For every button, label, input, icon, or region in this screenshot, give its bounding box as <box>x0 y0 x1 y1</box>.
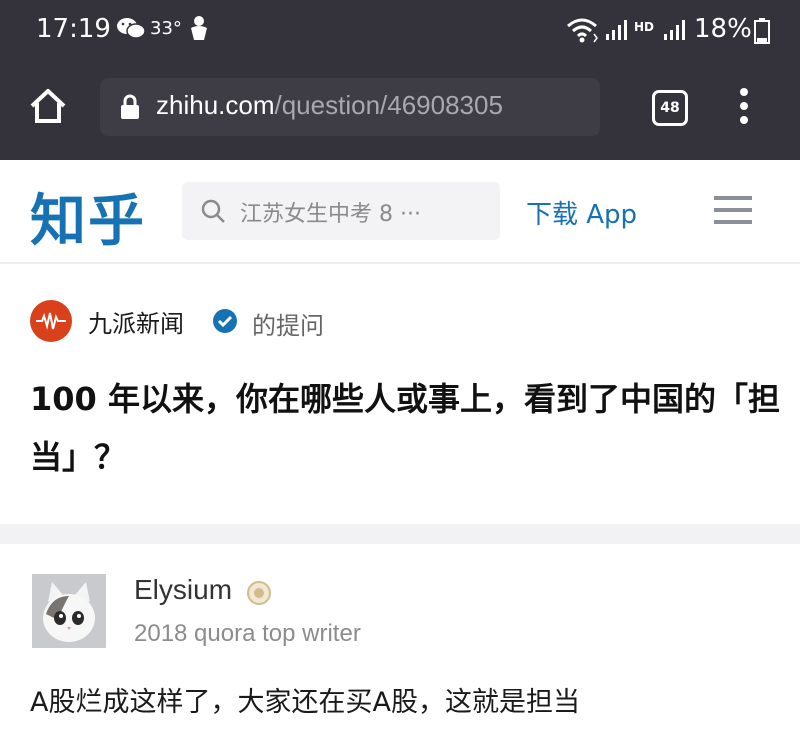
url-domain: zhihu.com <box>156 90 275 120</box>
section-divider <box>0 524 800 544</box>
search-placeholder: 江苏女生中考 8 ··· <box>240 202 421 227</box>
url-bar[interactable]: zhihu.com/question/46908305 <box>100 78 600 136</box>
browser-toolbar: zhihu.com/question/46908305 48 <box>0 60 800 160</box>
search-icon <box>201 199 225 223</box>
weather-icon <box>191 16 207 40</box>
author-description: 2018 quora top writer <box>134 620 361 647</box>
battery-percent: 18% <box>694 14 752 44</box>
status-time: 17:19 <box>36 14 111 44</box>
url-text: zhihu.com/question/46908305 <box>156 90 503 121</box>
zhihu-logo[interactable]: 知乎 <box>30 176 146 257</box>
home-icon[interactable] <box>28 86 68 126</box>
network-label: HD <box>634 20 655 34</box>
signal-icon <box>664 20 685 40</box>
answer-card: Elysium 2018 quora top writer A股烂成这样了，大家… <box>0 544 800 753</box>
soundwave-icon <box>36 312 66 330</box>
status-bar: 17:19 33° HD 18% <box>0 0 800 60</box>
tab-count-button[interactable]: 48 <box>652 90 688 126</box>
url-path: /question/46908305 <box>274 90 503 120</box>
lock-icon <box>121 94 139 119</box>
site-header: 知乎 江苏女生中考 8 ··· 下载 App <box>0 160 800 264</box>
avatar[interactable] <box>32 574 106 648</box>
battery-icon <box>754 18 770 44</box>
hamburger-icon[interactable] <box>714 194 752 226</box>
asker-avatar[interactable] <box>30 300 72 342</box>
verified-icon <box>213 309 237 333</box>
question-card: 九派新闻 的提问 100 年以来，你在哪些人或事上，看到了中国的「担当」？ <box>0 264 800 524</box>
question-title[interactable]: 100 年以来，你在哪些人或事上，看到了中国的「担当」？ <box>30 370 780 486</box>
asker-name[interactable]: 九派新闻 <box>88 304 184 339</box>
search-box[interactable]: 江苏女生中考 8 ··· <box>182 182 500 240</box>
badge-icon <box>247 581 271 605</box>
author-name[interactable]: Elysium <box>134 574 232 606</box>
status-temperature: 33° <box>150 18 182 39</box>
asker-suffix: 的提问 <box>252 312 324 340</box>
cat-avatar-image <box>32 574 106 648</box>
menu-dots-icon[interactable] <box>736 86 752 126</box>
download-app-link[interactable]: 下载 App <box>526 194 637 231</box>
wifi-icon <box>567 18 598 43</box>
wechat-icon <box>117 18 146 39</box>
answer-text[interactable]: A股烂成这样了，大家还在买A股，这就是担当 <box>30 680 580 719</box>
signal-icon <box>606 20 627 40</box>
